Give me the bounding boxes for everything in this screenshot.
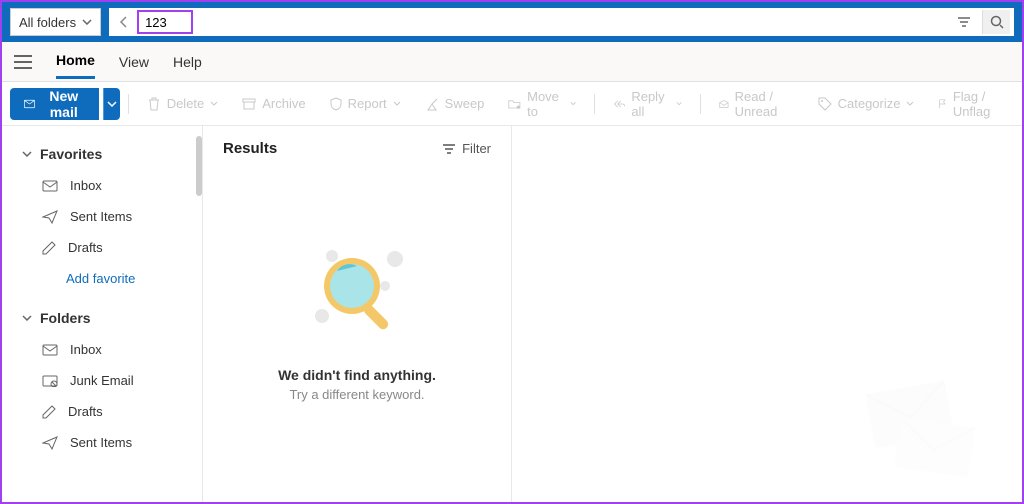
search-container bbox=[109, 8, 1014, 36]
filter-icon bbox=[442, 144, 456, 154]
content: Favorites Inbox Sent Items Drafts Add fa… bbox=[2, 126, 1022, 502]
mail-open-icon bbox=[719, 98, 729, 110]
sidebar-favorites-header[interactable]: Favorites bbox=[2, 138, 202, 170]
envelope-decoration bbox=[842, 372, 982, 482]
delete-button[interactable]: Delete bbox=[137, 88, 229, 120]
toolbar: New mail Delete Archive Report Sweep Mov… bbox=[2, 82, 1022, 126]
menu-home[interactable]: Home bbox=[56, 44, 95, 79]
tag-icon bbox=[818, 97, 832, 111]
reply-all-button[interactable]: Reply all bbox=[603, 88, 692, 120]
sidebar-add-favorite[interactable]: Add favorite bbox=[2, 263, 202, 294]
menu-view[interactable]: View bbox=[119, 46, 149, 78]
categorize-button[interactable]: Categorize bbox=[808, 88, 925, 120]
mail-icon bbox=[24, 98, 35, 110]
reply-all-icon bbox=[613, 98, 625, 110]
empty-state: We didn't find anything. Try a different… bbox=[203, 171, 511, 502]
chevron-down-icon bbox=[906, 101, 914, 106]
move-to-button[interactable]: Move to bbox=[498, 88, 586, 120]
send-icon bbox=[42, 436, 58, 450]
topbar: All folders bbox=[2, 2, 1022, 42]
trash-icon bbox=[147, 97, 161, 111]
toolbar-separator bbox=[700, 94, 701, 114]
broom-icon bbox=[425, 97, 439, 111]
results-header: Results Filter bbox=[203, 126, 511, 171]
results-title: Results bbox=[223, 140, 277, 157]
chevron-down-icon bbox=[82, 19, 92, 25]
shield-icon bbox=[330, 97, 342, 111]
report-button[interactable]: Report bbox=[320, 88, 411, 120]
new-mail-dropdown[interactable] bbox=[103, 88, 120, 120]
folder-select-dropdown[interactable]: All folders bbox=[10, 8, 101, 36]
chevron-down-icon bbox=[570, 101, 576, 106]
sidebar-item-drafts[interactable]: Drafts bbox=[2, 232, 202, 263]
empty-title: We didn't find anything. bbox=[278, 367, 436, 383]
sidebar-folders-header[interactable]: Folders bbox=[2, 302, 202, 334]
chevron-down-icon bbox=[393, 101, 401, 106]
sidebar-item-inbox[interactable]: Inbox bbox=[2, 170, 202, 201]
archive-button[interactable]: Archive bbox=[232, 88, 315, 120]
menu-help[interactable]: Help bbox=[173, 46, 202, 78]
search-input-highlight bbox=[137, 10, 193, 34]
new-mail-button[interactable]: New mail bbox=[10, 88, 99, 120]
sidebar-folder-drafts[interactable]: Drafts bbox=[2, 396, 202, 427]
flag-unflag-button[interactable]: Flag / Unflag bbox=[928, 88, 1014, 120]
reading-pane bbox=[512, 126, 1022, 502]
chevron-down-icon bbox=[210, 101, 218, 106]
chevron-down-icon bbox=[107, 101, 117, 107]
chevron-down-icon bbox=[676, 101, 682, 106]
folder-select-label: All folders bbox=[19, 15, 76, 30]
results-panel: Results Filter We didn't find any bbox=[202, 126, 512, 502]
flag-icon bbox=[938, 97, 946, 111]
search-submit-icon[interactable] bbox=[982, 10, 1010, 34]
empty-subtitle: Try a different keyword. bbox=[289, 387, 424, 402]
sidebar-folder-sent[interactable]: Sent Items bbox=[2, 427, 202, 458]
sidebar-folder-junk[interactable]: Junk Email bbox=[2, 365, 202, 396]
filter-button[interactable]: Filter bbox=[442, 141, 491, 156]
new-mail-label: New mail bbox=[43, 88, 85, 120]
sidebar: Favorites Inbox Sent Items Drafts Add fa… bbox=[2, 126, 202, 502]
archive-icon bbox=[242, 98, 256, 110]
sidebar-item-sent[interactable]: Sent Items bbox=[2, 201, 202, 232]
menubar: Home View Help bbox=[2, 42, 1022, 82]
inbox-icon bbox=[42, 344, 58, 356]
search-filter-icon[interactable] bbox=[950, 10, 978, 34]
junk-icon bbox=[42, 375, 58, 387]
sidebar-folder-inbox[interactable]: Inbox bbox=[2, 334, 202, 365]
search-back-icon[interactable] bbox=[113, 15, 135, 29]
toolbar-separator bbox=[594, 94, 595, 114]
chevron-down-icon bbox=[22, 315, 32, 321]
hamburger-icon[interactable] bbox=[14, 55, 32, 69]
inbox-icon bbox=[42, 180, 58, 192]
chevron-down-icon bbox=[22, 151, 32, 157]
draft-icon bbox=[42, 241, 56, 255]
send-icon bbox=[42, 210, 58, 224]
folder-move-icon bbox=[508, 98, 521, 110]
empty-illustration bbox=[297, 231, 417, 351]
read-unread-button[interactable]: Read / Unread bbox=[709, 88, 804, 120]
draft-icon bbox=[42, 405, 56, 419]
sweep-button[interactable]: Sweep bbox=[415, 88, 495, 120]
search-input[interactable] bbox=[145, 15, 185, 30]
toolbar-separator bbox=[128, 94, 129, 114]
